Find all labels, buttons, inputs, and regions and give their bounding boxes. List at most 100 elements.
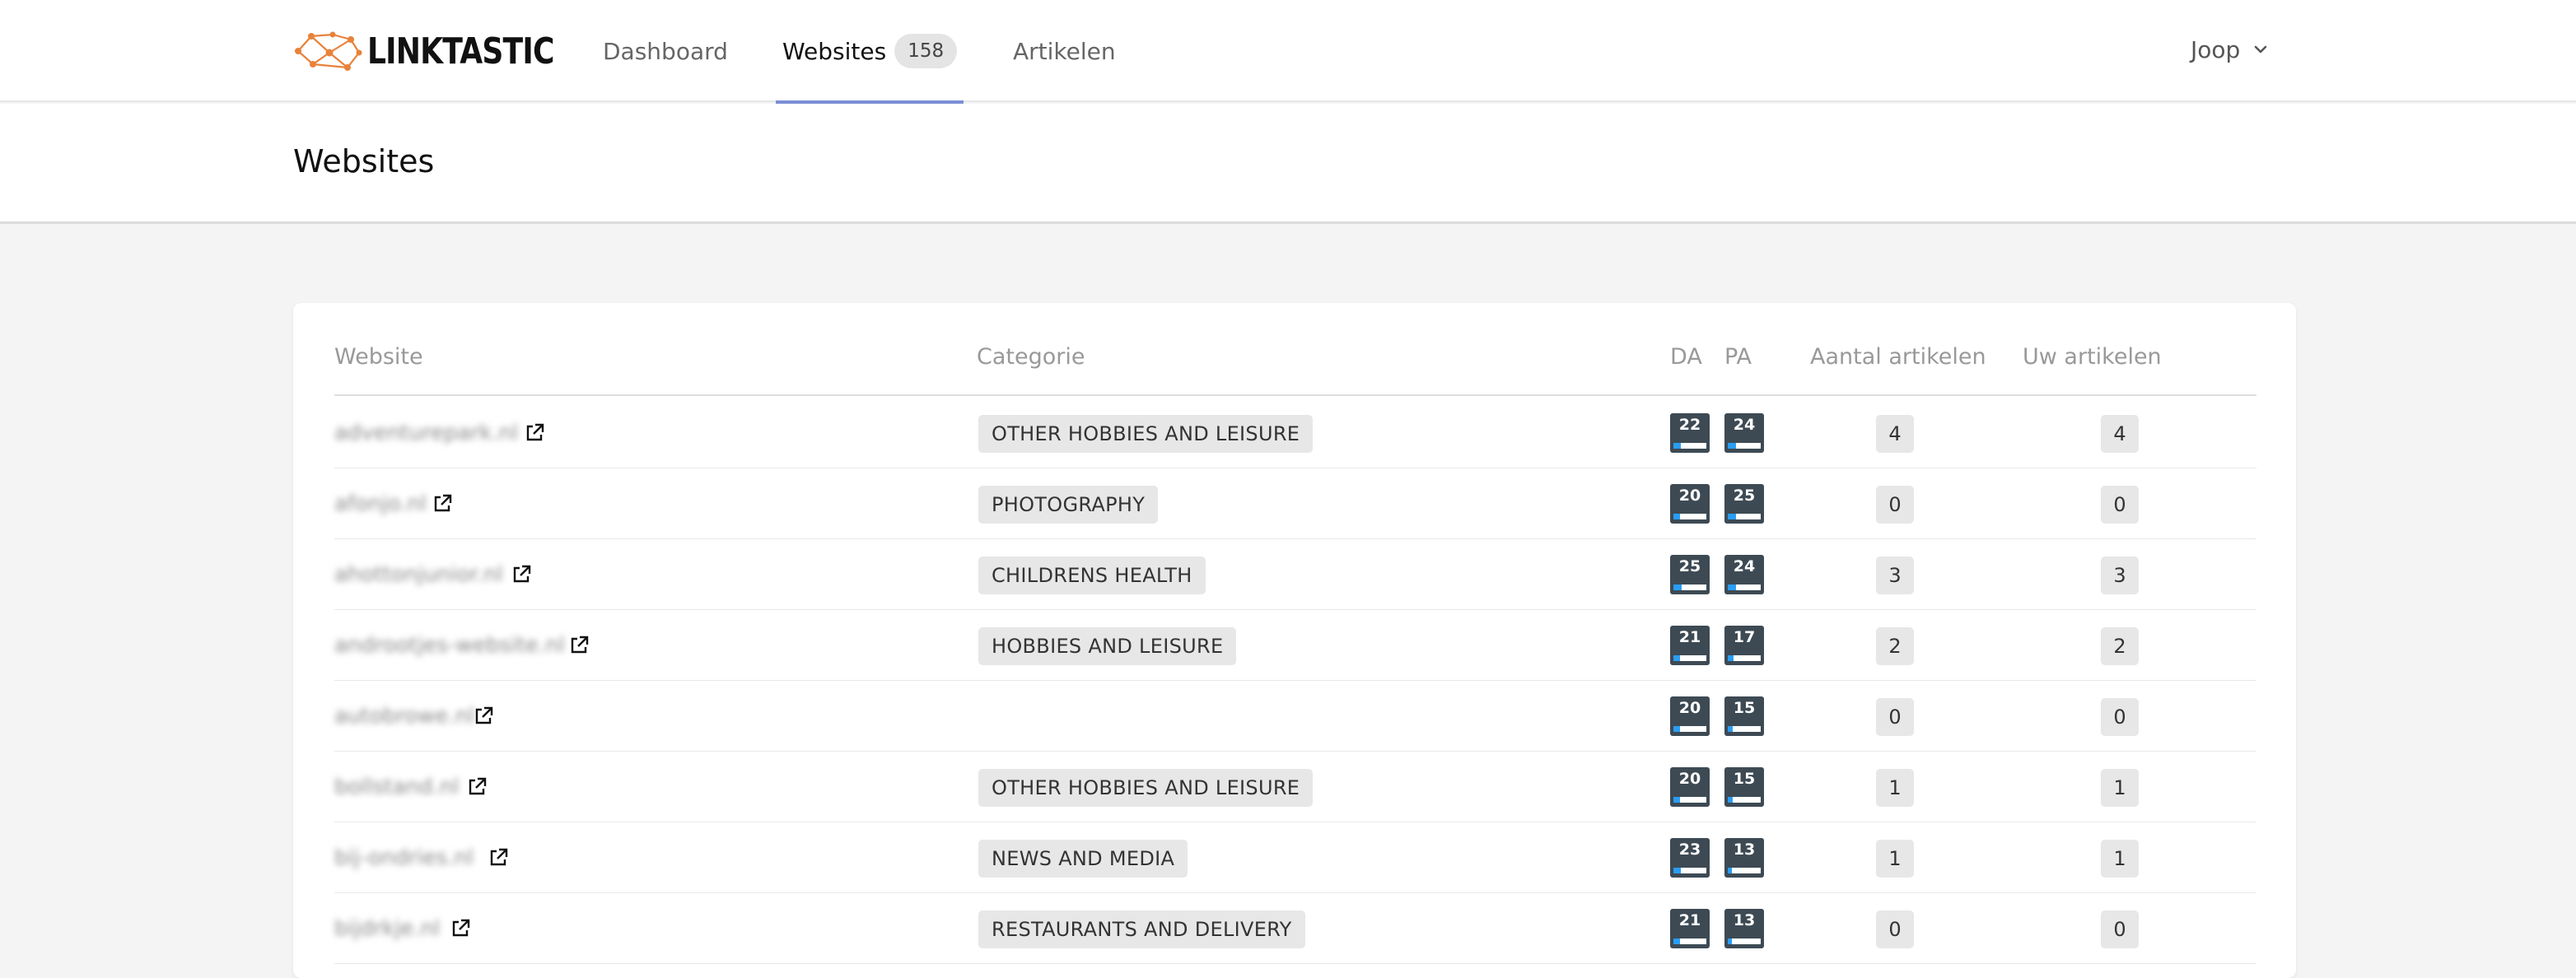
website-link[interactable]: autobrowe.nl — [334, 681, 474, 752]
pa-metric: 17 — [1724, 626, 1764, 665]
category-tag: NEWS AND MEDIA — [978, 840, 1188, 878]
article-count: 3 — [1876, 557, 1914, 594]
pa-bar — [1728, 726, 1761, 732]
external-link-icon[interactable] — [511, 564, 532, 585]
pa-value: 25 — [1733, 487, 1756, 505]
article-count: 1 — [1876, 840, 1914, 878]
da-value: 23 — [1678, 841, 1701, 859]
da-value: 25 — [1678, 557, 1701, 575]
pa-bar-fill — [1728, 584, 1736, 590]
pa-bar — [1728, 655, 1761, 661]
da-bar — [1673, 797, 1706, 803]
pa-value: 13 — [1733, 841, 1756, 859]
da-value: 21 — [1678, 628, 1701, 646]
da-bar-fill — [1673, 514, 1680, 519]
da-bar — [1673, 868, 1706, 873]
pa-bar — [1728, 938, 1761, 944]
pa-value: 15 — [1733, 770, 1756, 788]
pa-bar — [1728, 514, 1761, 519]
external-link-icon[interactable] — [466, 776, 488, 798]
da-bar — [1673, 514, 1706, 519]
your-articles-count: 1 — [2101, 840, 2139, 878]
table-row: afonjo.nl PHOTOGRAPHY 20 25 0 0 — [334, 468, 2256, 539]
your-articles-count: 0 — [2101, 698, 2139, 736]
col-header-da[interactable]: DA — [1670, 344, 1702, 370]
article-count: 0 — [1876, 910, 1914, 948]
page-title: Websites — [293, 143, 435, 179]
category-tag: OTHER HOBBIES AND LEISURE — [978, 769, 1314, 807]
pa-bar-fill — [1728, 443, 1736, 449]
website-link[interactable]: afonjo.nl — [334, 468, 427, 539]
pa-metric: 24 — [1724, 413, 1764, 453]
da-metric: 23 — [1670, 838, 1710, 878]
article-count: 1 — [1876, 769, 1914, 807]
nav-websites[interactable]: Websites 158 — [775, 0, 964, 104]
article-count: 2 — [1876, 627, 1914, 665]
pa-bar — [1728, 868, 1761, 873]
da-metric: 20 — [1670, 696, 1710, 736]
pa-bar-fill — [1728, 868, 1732, 873]
pa-bar-fill — [1728, 797, 1733, 803]
websites-table-card: Website Categorie DA PA Aantal artikelen… — [293, 303, 2296, 978]
category-tag: RESTAURANTS AND DELIVERY — [978, 910, 1305, 948]
col-header-article-count[interactable]: Aantal artikelen — [1810, 344, 1986, 370]
external-link-icon[interactable] — [524, 422, 545, 444]
website-link[interactable]: bijdrkje.nl — [334, 893, 440, 964]
pa-value: 15 — [1733, 699, 1756, 717]
category-tag: OTHER HOBBIES AND LEISURE — [978, 415, 1314, 453]
page-header: Websites — [0, 104, 2576, 224]
nav-websites-label: Websites — [782, 37, 887, 65]
website-link[interactable]: androotjes-website.nl — [334, 610, 565, 681]
pa-value: 13 — [1733, 911, 1756, 929]
da-metric: 20 — [1670, 767, 1710, 807]
col-header-website[interactable]: Website — [334, 344, 423, 370]
table-row: autobrowe.nl 20 15 0 0 — [334, 681, 2256, 752]
da-metric: 22 — [1670, 413, 1710, 453]
da-value: 20 — [1678, 770, 1701, 788]
category-tag: PHOTOGRAPHY — [978, 486, 1159, 524]
table-row: ahottonjunior.nl CHILDRENS HEALTH 25 24 3 3 — [334, 539, 2256, 610]
pa-bar-fill — [1728, 514, 1736, 519]
external-link-icon[interactable] — [488, 847, 509, 869]
col-header-category[interactable]: Categorie — [977, 344, 1085, 370]
pa-bar-fill — [1728, 938, 1732, 944]
logo-text: LINKTASTIC — [367, 30, 554, 72]
pa-metric: 24 — [1724, 555, 1764, 594]
nav-dashboard[interactable]: Dashboard — [603, 0, 728, 102]
website-link[interactable]: adventurepark.nl — [334, 398, 518, 468]
article-count: 4 — [1876, 415, 1914, 453]
your-articles-count: 3 — [2101, 557, 2139, 594]
user-name: Joop — [2191, 35, 2241, 63]
pa-bar-fill — [1728, 655, 1734, 661]
pa-bar — [1728, 443, 1761, 449]
pa-value: 24 — [1733, 557, 1756, 575]
external-link-icon[interactable] — [432, 493, 453, 515]
col-header-pa[interactable]: PA — [1724, 344, 1752, 370]
article-count: 0 — [1876, 486, 1914, 524]
table-row: adventurepark.nl OTHER HOBBIES AND LEISUR… — [334, 398, 2256, 468]
da-bar — [1673, 443, 1706, 449]
pa-value: 17 — [1733, 628, 1756, 646]
external-link-icon[interactable] — [473, 706, 494, 727]
da-metric: 20 — [1670, 484, 1710, 524]
da-value: 22 — [1678, 416, 1701, 434]
col-header-your-articles[interactable]: Uw artikelen — [2023, 344, 2162, 370]
pa-metric: 13 — [1724, 838, 1764, 878]
chevron-down-icon — [2254, 45, 2267, 54]
external-link-icon[interactable] — [450, 918, 471, 939]
da-bar-fill — [1673, 726, 1680, 732]
network-logo-icon — [295, 31, 362, 71]
da-bar-fill — [1673, 868, 1681, 873]
website-link[interactable]: bollstand.nl — [334, 752, 459, 822]
website-link[interactable]: ahottonjunior.nl — [334, 539, 503, 610]
logo[interactable]: LINKTASTIC — [293, 25, 595, 77]
da-bar — [1673, 938, 1706, 944]
external-link-icon[interactable] — [568, 635, 590, 656]
pa-metric: 25 — [1724, 484, 1764, 524]
user-menu[interactable]: Joop — [2191, 0, 2268, 99]
nav-artikelen-label: Artikelen — [1013, 37, 1116, 65]
pa-value: 24 — [1733, 416, 1756, 434]
website-link[interactable]: bij-ondries.nl — [334, 822, 474, 893]
category-tag: HOBBIES AND LEISURE — [978, 627, 1237, 665]
nav-artikelen[interactable]: Artikelen — [1013, 0, 1116, 102]
